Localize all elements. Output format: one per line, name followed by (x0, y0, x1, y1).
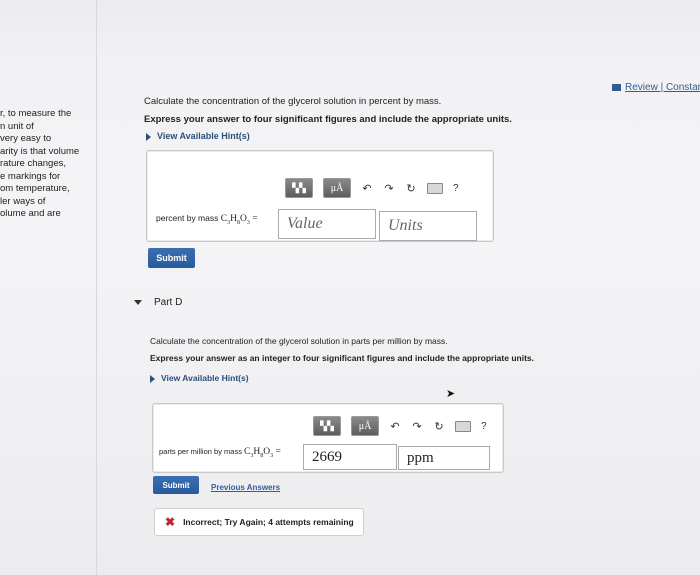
partc-units-input[interactable]: Units (379, 211, 477, 241)
partd-hints-toggle[interactable]: View Available Hint(s) (150, 373, 249, 383)
intro-line: r, to measure the (0, 108, 72, 119)
help-icon[interactable]: ? (481, 421, 487, 432)
caret-right-icon (146, 132, 151, 141)
caret-right-icon (150, 374, 155, 383)
partc-instruction: Express your answer to four significant … (144, 114, 512, 125)
intro-line: e markings for (0, 170, 61, 182)
undo-icon[interactable]: ↶ (361, 182, 373, 195)
partd-toolbar: ▚▚ μÅ ↶ ↷ ↻ ? (313, 416, 487, 436)
intro-line: ler ways of (0, 195, 46, 207)
partc-answer-box: ▚▚ μÅ ↶ ↷ ↻ ? percent by mass C3H8O3 = V… (146, 150, 494, 242)
partd-units-input[interactable]: ppm (398, 446, 490, 470)
redo-icon[interactable]: ↷ (411, 420, 423, 433)
partc-value-input[interactable]: Value (278, 209, 376, 239)
partd-value-input[interactable]: 2669 (303, 444, 397, 470)
partc-question: Calculate the concentration of the glyce… (144, 96, 442, 107)
page: Review | Constants r, to measure the n u… (0, 0, 700, 575)
help-icon[interactable]: ? (453, 183, 459, 194)
symbols-button[interactable]: μÅ (351, 416, 379, 436)
partd-equation-label: parts per million by mass C3H8O3 = (159, 447, 281, 459)
feedback-message: ✖ Incorrect; Try Again; 4 attempts remai… (154, 508, 364, 536)
partd-submit-button[interactable]: Submit (153, 476, 199, 494)
symbols-button[interactable]: μÅ (323, 178, 351, 198)
review-constants-link[interactable]: Review | Constants (612, 82, 700, 93)
redo-icon[interactable]: ↷ (383, 182, 395, 195)
undo-icon[interactable]: ↶ (389, 420, 401, 433)
templates-icon[interactable]: ▚▚ (313, 416, 341, 436)
partc-hints-toggle[interactable]: View Available Hint(s) (146, 131, 250, 141)
partd-header[interactable]: Part D (134, 297, 182, 308)
caret-down-icon (134, 299, 142, 305)
error-x-icon: ✖ (165, 515, 176, 529)
intro-line: arity is that volume (0, 145, 80, 157)
top-bar (0, 0, 700, 70)
intro-line: om temperature, (0, 183, 70, 194)
keyboard-icon[interactable] (427, 182, 443, 194)
partc-toolbar: ▚▚ μÅ ↶ ↷ ↻ ? (285, 178, 459, 198)
templates-icon[interactable]: ▚▚ (285, 178, 313, 198)
reset-icon[interactable]: ↻ (405, 182, 417, 195)
partd-instruction: Express your answer as an integer to fou… (150, 353, 534, 363)
partd-question: Calculate the concentration of the glyce… (150, 336, 448, 346)
partc-equation-label: percent by mass C3H8O3 = (156, 213, 258, 226)
intro-line: n unit of (0, 120, 34, 132)
previous-answers-link[interactable]: Previous Answers (211, 483, 280, 492)
keyboard-icon[interactable] (455, 420, 471, 432)
reset-icon[interactable]: ↻ (433, 420, 445, 433)
intro-line: rature changes, (0, 158, 67, 169)
intro-text: r, to measure the n unit of very easy to… (0, 108, 79, 221)
partd-answer-box: ▚▚ μÅ ↶ ↷ ↻ ? parts per million by mass … (152, 403, 504, 473)
intro-line: very easy to (0, 133, 52, 144)
review-icon (612, 83, 621, 91)
divider (96, 0, 97, 575)
partc-submit-button[interactable]: Submit (148, 248, 195, 268)
mouse-cursor-icon: ➤ (446, 388, 456, 400)
intro-line: olume and are (0, 208, 61, 219)
